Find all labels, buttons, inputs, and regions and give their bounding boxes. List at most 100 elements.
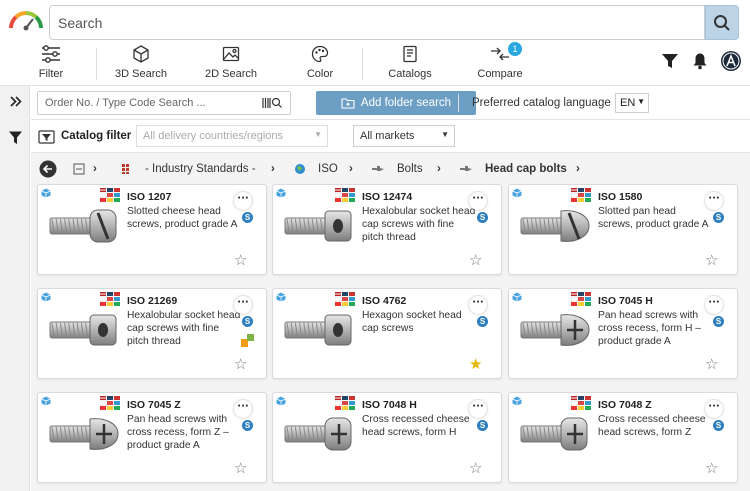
more-icon: ··· [237,193,249,204]
catalog-filter-row: Catalog filter All delivery countries/re… [31,120,750,153]
standards-grid-icon [122,164,129,174]
language-select[interactable]: EN ▼ [615,93,649,113]
logo-gauge-icon[interactable] [6,8,46,34]
book-icon [403,45,417,63]
product-description: Cross recessed cheese head screws, form … [362,414,470,438]
country-flags-icon [100,188,120,202]
expand-sidebar-icon[interactable] [9,95,22,108]
country-flags-icon [335,396,355,410]
product-title[interactable]: ISO 7045 Z [127,399,181,411]
product-title[interactable]: ISO 1207 [127,191,171,203]
country-flags-icon [571,292,591,306]
favorite-star-icon[interactable]: ★ [469,355,482,373]
avatar[interactable] [720,50,742,72]
favorite-star-icon[interactable]: ☆ [705,355,718,373]
favorite-star-icon[interactable]: ☆ [705,251,718,269]
product-title[interactable]: ISO 21269 [127,295,177,307]
more-options-button[interactable]: ··· [234,192,252,210]
catalog-filter-icon [38,130,55,144]
country-flags-icon [335,188,355,202]
breadcrumb-industry-standards[interactable]: - Industry Standards - [145,163,256,175]
top-bar: Search [0,0,750,44]
source-badge: S [713,212,724,223]
product-title[interactable]: ISO 4762 [362,295,406,307]
search-input[interactable]: Search [49,5,705,40]
bell-icon[interactable] [691,52,709,70]
product-card[interactable]: ISO 1207 Slotted cheese head screws, prod… [37,184,267,275]
more-options-button[interactable]: ··· [469,296,487,314]
product-title[interactable]: ISO 7048 H [362,399,417,411]
product-card[interactable]: ISO 4762 Hexagon socket head cap screws ··… [272,288,502,379]
catalogs-button[interactable]: Catalogs [380,44,440,86]
product-card[interactable]: ISO 7048 H Cross recessed cheese head scr… [272,392,502,483]
product-card[interactable]: ISO 7048 Z Cross recessed cheese head scr… [508,392,738,483]
countries-value: All delivery countries/regions [143,130,284,142]
more-icon: ··· [237,401,249,412]
product-card[interactable]: ISO 21269 Hexalobular socket head cap scr… [37,288,267,379]
more-options-button[interactable]: ··· [234,400,252,418]
add-folder-search-button[interactable]: Add folder search [316,91,476,115]
breadcrumb: › - Industry Standards - › ISO › Bolts ›… [31,153,750,185]
product-thumbnail[interactable] [517,197,593,257]
search-button[interactable] [705,5,739,40]
color-button[interactable]: Color [295,44,345,86]
favorite-star-icon[interactable]: ☆ [234,251,247,269]
product-card[interactable]: ISO 12474 Hexalobular socket head cap scr… [272,184,502,275]
product-thumbnail[interactable] [517,301,593,361]
favorite-star-icon[interactable]: ☆ [705,459,718,477]
more-options-button[interactable]: ··· [469,192,487,210]
more-icon: ··· [472,297,484,308]
filter-funnel-icon[interactable] [8,130,23,145]
product-title[interactable]: ISO 7048 Z [598,399,652,411]
product-thumbnail[interactable] [281,405,357,465]
filter-button[interactable]: Filter [26,44,76,86]
product-card[interactable]: ISO 7045 Z Pan head screws with cross rec… [37,392,267,483]
product-thumbnail[interactable] [46,405,122,465]
product-description: Pan head screws with cross recess, form … [127,414,229,451]
more-icon: ··· [708,401,720,412]
product-title[interactable]: ISO 12474 [362,191,412,203]
filter-funnel-icon[interactable] [661,52,679,70]
product-thumbnail[interactable] [281,197,357,257]
favorite-star-icon[interactable]: ☆ [234,459,247,477]
more-options-button[interactable]: ··· [705,296,723,314]
product-thumbnail[interactable] [281,301,357,361]
favorite-star-icon[interactable]: ☆ [469,251,482,269]
image-icon [222,46,240,62]
product-card[interactable]: ISO 1580 Slotted pan head screws, product… [508,184,738,275]
favorite-star-icon[interactable]: ☆ [234,355,247,373]
breadcrumb-bolts[interactable]: Bolts [397,163,423,175]
search-2d-label: 2D Search [205,68,257,80]
search-row: Order No. / Type Code Search ... Add fol… [31,86,750,120]
more-options-button[interactable]: ··· [469,400,487,418]
breadcrumb-iso[interactable]: ISO [318,163,338,175]
source-badge: S [242,316,253,327]
classification-icon [241,334,254,347]
search-3d-button[interactable]: 3D Search [108,44,174,86]
left-sidebar [0,86,30,491]
product-description: Cross recessed cheese head screws, form … [598,414,706,438]
product-thumbnail[interactable] [517,405,593,465]
more-icon: ··· [237,297,249,308]
product-description: Hexalobular socket head cap screws with … [127,310,241,347]
markets-value: All markets [360,130,415,142]
markets-select[interactable]: All markets ▼ [353,125,455,147]
more-options-button[interactable]: ··· [705,192,723,210]
delivery-countries-select[interactable]: All delivery countries/regions ▼ [136,125,328,147]
more-options-button[interactable]: ··· [234,296,252,314]
home-catalog-icon[interactable] [73,163,85,175]
back-arrow-icon[interactable] [39,160,57,178]
product-thumbnail[interactable] [46,197,122,257]
more-options-button[interactable]: ··· [705,400,723,418]
barcode-search-icon[interactable] [261,96,283,110]
source-badge: S [477,420,488,431]
product-thumbnail[interactable] [46,301,122,361]
order-number-input[interactable]: Order No. / Type Code Search ... [37,91,291,115]
preferred-language-label: Preferred catalog language [472,97,611,109]
search-2d-button[interactable]: 2D Search [198,44,264,86]
favorite-star-icon[interactable]: ☆ [469,459,482,477]
product-card[interactable]: ISO 7045 H Pan head screws with cross rec… [508,288,738,379]
country-flags-icon [571,396,591,410]
product-title[interactable]: ISO 1580 [598,191,642,203]
product-title[interactable]: ISO 7045 H [598,295,653,307]
